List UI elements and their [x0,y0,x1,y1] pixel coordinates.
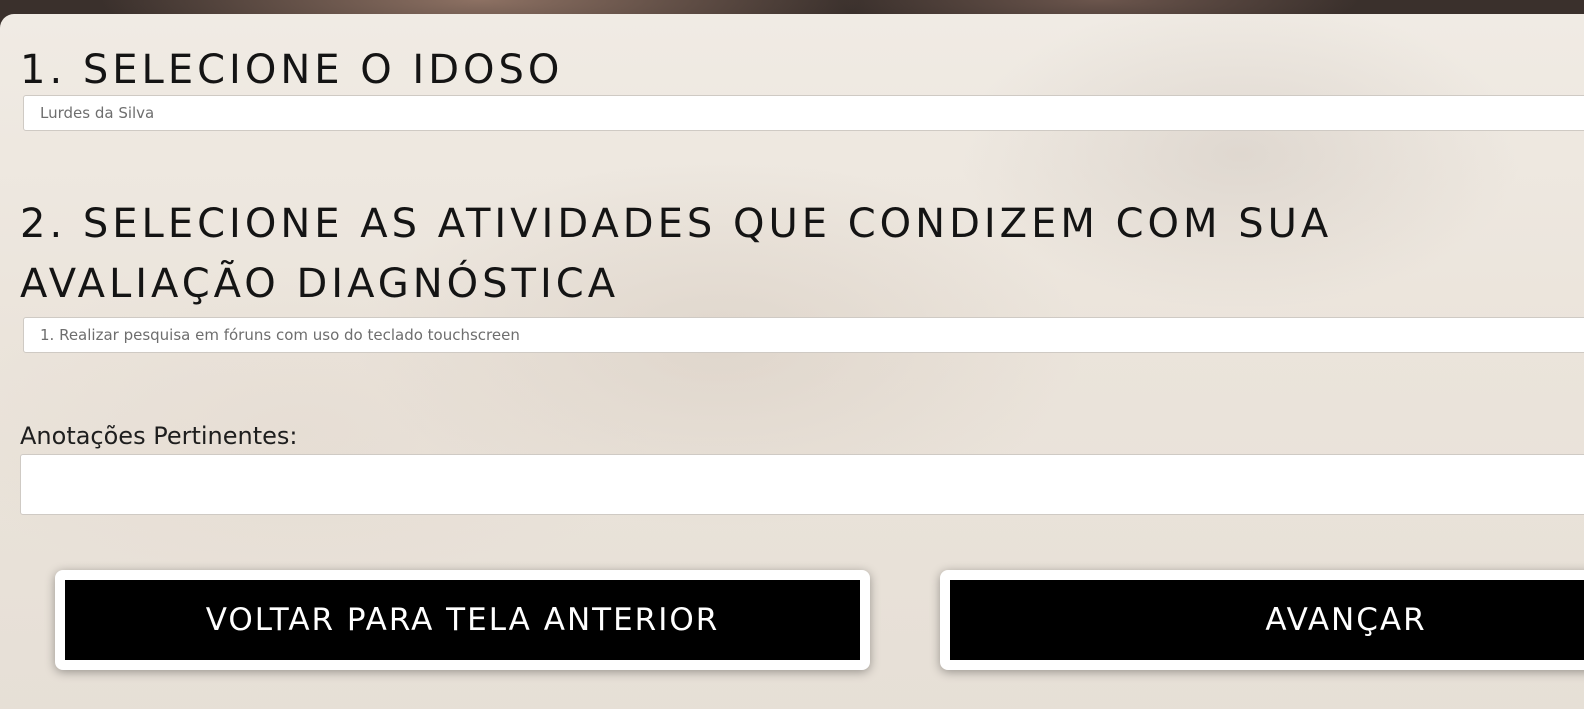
back-button[interactable]: VOLTAR PARA TELA ANTERIOR [55,570,870,670]
elderly-select[interactable]: Lurdes da Silva [23,95,1584,131]
section-1-title: 1. SELECIONE O IDOSO [20,47,564,93]
section-2-title: 2. SELECIONE AS ATIVIDADES QUE CONDIZEM … [20,201,1333,307]
form-panel: 1. SELECIONE O IDOSO Lurdes da Silva 2. … [0,14,1584,709]
activities-select[interactable]: 1. Realizar pesquisa em fóruns com uso d… [23,317,1584,353]
notes-textarea[interactable] [20,454,1584,515]
notes-label: Anotações Pertinentes: [20,422,298,450]
next-button[interactable]: AVANÇAR [940,570,1584,670]
